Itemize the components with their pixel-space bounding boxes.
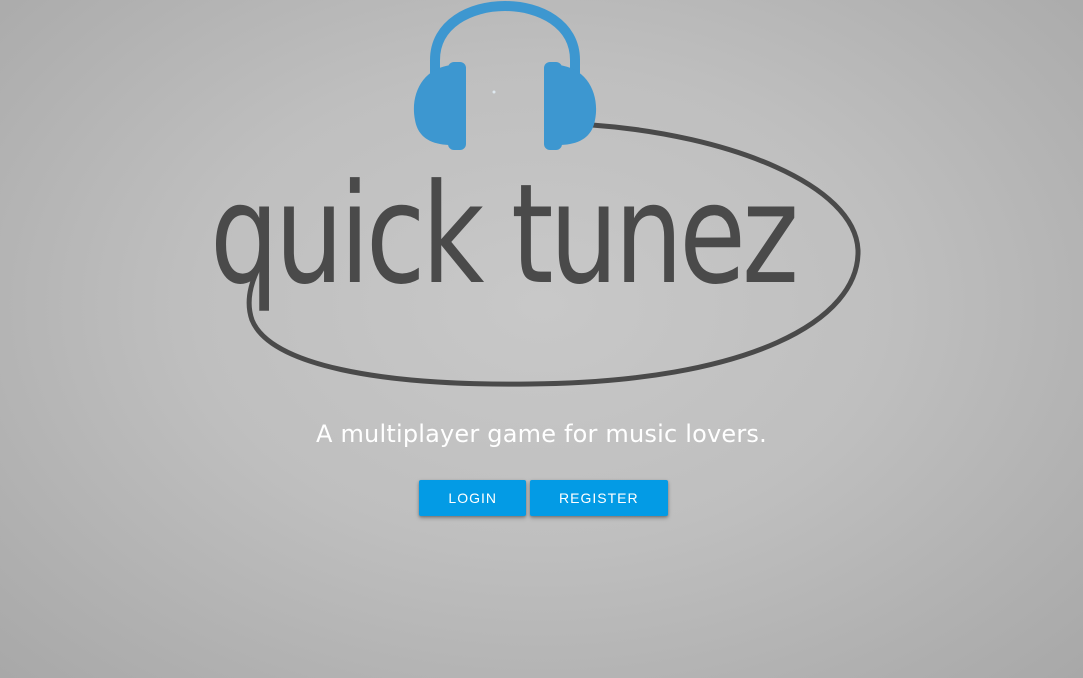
tagline: A multiplayer game for music lovers. — [316, 420, 767, 448]
logo-text: quick tunez — [210, 154, 795, 315]
headphones-icon — [413, 1, 597, 150]
logo: quick tunez — [190, 0, 870, 400]
register-button[interactable]: REGISTER — [530, 480, 668, 516]
auth-actions: LOGIN REGISTER — [0, 480, 1083, 516]
login-button[interactable]: LOGIN — [419, 480, 526, 516]
